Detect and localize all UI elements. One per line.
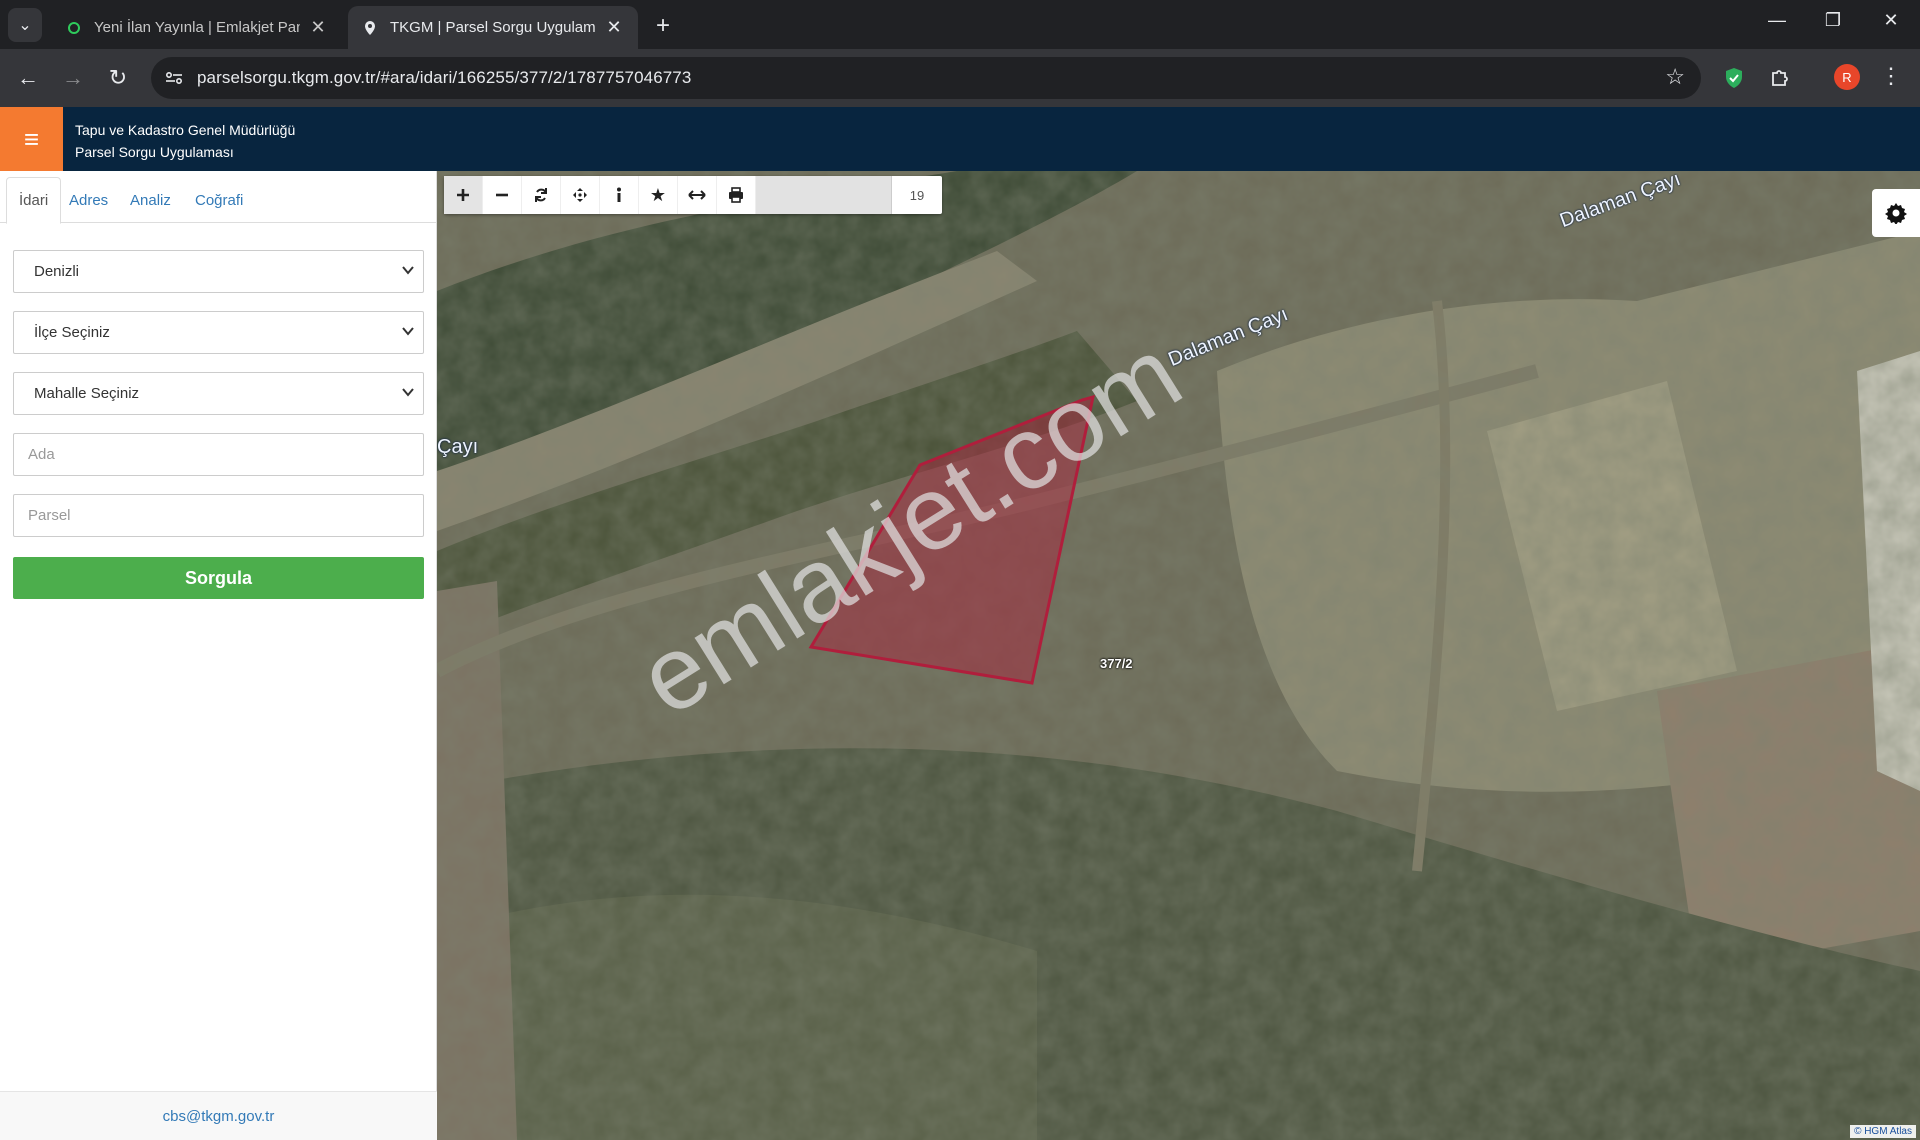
minimize-icon[interactable]: — [1757,10,1797,31]
gear-icon[interactable] [1872,189,1920,237]
measure-icon[interactable] [678,176,717,214]
app-header: ≡ Tapu ve Kadastro Genel Müdürlüğü Parse… [0,107,1920,171]
tab-search-button[interactable]: ⌄ [8,8,42,42]
district-select-value: İlçe Seçiniz [34,324,110,341]
sorgula-button[interactable]: Sorgula [13,557,424,599]
neighborhood-select[interactable]: Mahalle Seçiniz [13,372,424,415]
ada-placeholder: Ada [28,446,55,463]
browser-tab-emlakjet[interactable]: Yeni İlan Yayınla | Emlakjet Panel ✕ [52,6,342,49]
query-sidebar: İdari Adres Analiz Coğrafi Denizli İlçe … [0,171,437,1140]
map-view[interactable]: Dalaman Çayı Dalaman Çayı Çayı 377/2 eml… [437,171,1920,1140]
zoom-level-display: 19 [909,187,925,203]
forward-icon[interactable]: → [58,63,88,93]
tab-cografi[interactable]: Coğrafi [183,177,255,223]
app-title-line2: Parsel Sorgu Uygulaması [75,144,234,160]
browser-toolbar: ← → ↻ parselsorgu.tkgm.gov.tr/#ara/idari… [0,49,1920,107]
tab-adres[interactable]: Adres [57,177,120,223]
ada-input[interactable]: Ada [13,433,424,476]
district-select[interactable]: İlçe Seçiniz [13,311,424,354]
close-icon[interactable]: ✕ [604,17,624,38]
tab-analiz[interactable]: Analiz [118,177,183,223]
refresh-icon[interactable] [522,176,561,214]
site-info-icon[interactable] [163,67,185,89]
location-pin-icon [362,20,378,36]
bookmark-star-icon[interactable]: ☆ [1665,64,1685,90]
extensions-puzzle-icon[interactable] [1767,65,1793,91]
print-icon[interactable] [717,176,756,214]
parcel-number-label: 377/2 [1100,656,1133,671]
more-menu-icon[interactable]: ⋮ [1880,63,1902,89]
province-select-value: Denizli [34,263,80,280]
back-icon[interactable]: ← [13,63,43,93]
browser-tab-tkgm[interactable]: TKGM | Parsel Sorgu Uygulaması ✕ [348,6,638,49]
zoom-in-icon[interactable] [444,176,483,214]
pan-icon[interactable] [561,176,600,214]
chevron-down-icon [402,388,414,397]
tab-title: TKGM | Parsel Sorgu Uygulaması [390,19,596,36]
river-label-left: Çayı [437,436,479,458]
neighborhood-select-value: Mahalle Seçiniz [34,385,140,402]
zoom-out-icon[interactable] [483,176,522,214]
url-text: parselsorgu.tkgm.gov.tr/#ara/idari/16625… [197,68,692,87]
chevron-down-icon [402,266,414,275]
parsel-placeholder: Parsel [28,507,71,524]
search-field-blurred[interactable] [756,176,892,214]
new-tab-button[interactable]: + [648,12,678,40]
close-window-icon[interactable]: ✕ [1871,10,1911,31]
chevron-down-icon [402,327,414,336]
info-icon[interactable] [600,176,639,214]
contact-email-link[interactable]: cbs@tkgm.gov.tr [0,1091,437,1140]
province-select[interactable]: Denizli [13,250,424,293]
browser-tabstrip: ⌄ Yeni İlan Yayınla | Emlakjet Panel ✕ T… [0,0,1920,49]
tab-title: Yeni İlan Yayınla | Emlakjet Panel [94,19,300,36]
profile-avatar[interactable]: R [1834,64,1860,90]
close-icon[interactable]: ✕ [308,17,328,38]
app-title: Tapu ve Kadastro Genel Müdürlüğü Parsel … [75,119,295,163]
map-toolbar: ★ 19 [444,176,942,214]
parsel-input[interactable]: Parsel [13,494,424,537]
hamburger-menu-icon[interactable]: ≡ [0,107,63,171]
emlakjet-favicon-icon [66,20,82,36]
reload-icon[interactable]: ↻ [103,63,133,93]
address-bar[interactable]: parselsorgu.tkgm.gov.tr/#ara/idari/16625… [151,57,1701,99]
tab-idari[interactable]: İdari [6,177,62,224]
star-icon[interactable]: ★ [639,176,678,214]
shield-extension-icon[interactable] [1721,65,1747,91]
map-attribution[interactable]: © HGM Atlas [1850,1125,1916,1138]
sidebar-tabs: İdari Adres Analiz Coğrafi [0,171,437,224]
app-title-line1: Tapu ve Kadastro Genel Müdürlüğü [75,122,296,138]
restore-icon[interactable]: ❐ [1813,10,1853,31]
